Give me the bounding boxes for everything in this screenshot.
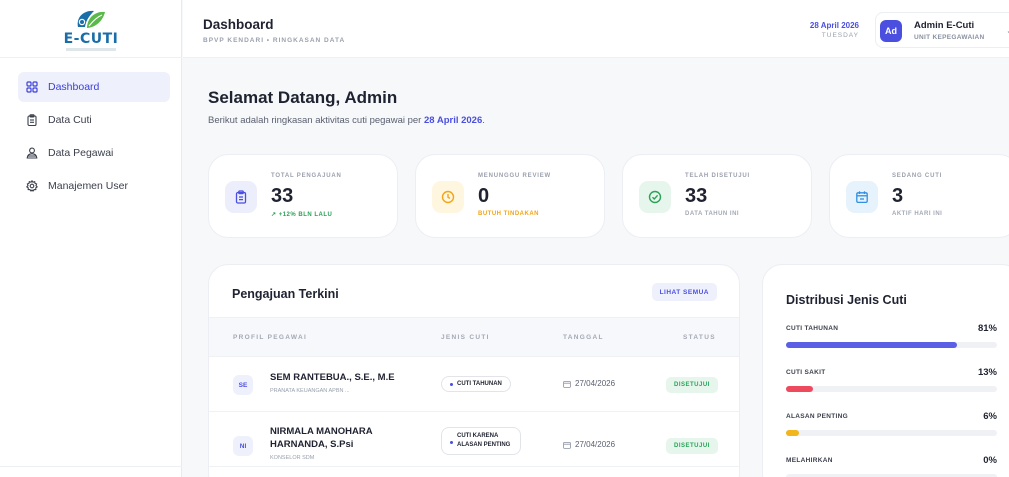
progress-fill bbox=[786, 386, 814, 392]
stat-card-total-pengajuan: TOTAL PENGAJUAN 33 ↗ +12% BLN LALU bbox=[208, 154, 398, 238]
calendar-icon bbox=[846, 181, 878, 213]
employee-role: PRANATA KEUANGAN APBN ... bbox=[270, 388, 350, 394]
submission-date: 27/04/2026 bbox=[563, 440, 615, 449]
recent-submissions-card: Pengajuan Terkini LIHAT SEMUA PROFIL PEG… bbox=[208, 264, 740, 477]
stat-card-menunggu-review: MENUNGGU REVIEW 0 BUTUH TINDAKAN bbox=[415, 154, 605, 238]
employee-name: NIRMALA MANOHARA HARNANDA, S.Psi bbox=[270, 426, 373, 450]
progress-fill bbox=[786, 342, 957, 348]
stat-card-sedang-cuti: SEDANG CUTI 3 AKTIF HARI INI bbox=[829, 154, 1009, 238]
welcome-subtitle-suffix: . bbox=[482, 115, 485, 126]
date-value: 27/04/2026 bbox=[575, 440, 616, 449]
page-subtitle: BPVP KENDARI • RINGKASAN DATA bbox=[203, 37, 346, 44]
sidebar-item-label: Dashboard bbox=[48, 81, 100, 93]
header-date: 28 April 2026 TUESDAY bbox=[810, 21, 859, 39]
progress-track bbox=[786, 386, 997, 392]
calendar-icon bbox=[563, 441, 571, 449]
stat-note: DATA TAHUN INI bbox=[685, 211, 740, 217]
column-header-profil: PROFIL PEGAWAI bbox=[233, 334, 308, 341]
distribution-label: CUTI TAHUNAN bbox=[786, 325, 839, 332]
stat-note: ↗ +12% BLN LALU bbox=[271, 212, 333, 218]
logo[interactable]: E-CUTI bbox=[0, 0, 182, 58]
column-header-tanggal: TANGGAL bbox=[563, 334, 604, 341]
clipboard-icon bbox=[225, 181, 257, 213]
gear-icon bbox=[26, 180, 38, 192]
leave-distribution-card: Distribusi Jenis Cuti CUTI TAHUNAN 81% C… bbox=[762, 264, 1009, 477]
employee-role: KONSELOR SDM bbox=[270, 455, 315, 461]
leave-type-badge: CUTI TAHUNAN bbox=[441, 376, 511, 392]
date-value: 27/04/2026 bbox=[575, 379, 616, 388]
sidebar-item-manajemen-user[interactable]: Manajemen User bbox=[18, 171, 170, 201]
submission-date: 27/04/2026 bbox=[563, 379, 615, 388]
sidebar-item-dashboard[interactable]: Dashboard bbox=[18, 72, 170, 102]
stat-value: 3 bbox=[892, 185, 904, 207]
sidebar-nav: Dashboard Data Cuti Data Pegawai Manajem… bbox=[18, 72, 170, 204]
stat-label: MENUNGGU REVIEW bbox=[478, 173, 552, 179]
stat-label: SEDANG CUTI bbox=[892, 173, 943, 179]
leave-type-label: CUTI KARENA ALASAN PENTING bbox=[457, 433, 511, 448]
sidebar-divider bbox=[0, 466, 182, 467]
grid-icon bbox=[26, 81, 38, 93]
status-badge: DISETUJUI bbox=[666, 438, 718, 454]
table-row[interactable]: NI NIRMALA MANOHARA HARNANDA, S.Psi KONS… bbox=[209, 412, 739, 467]
distribution-percent: 13% bbox=[977, 367, 997, 378]
avatar: SE bbox=[233, 375, 253, 395]
top-header: Dashboard BPVP KENDARI • RINGKASAN DATA … bbox=[183, 0, 1009, 58]
stat-label: TELAH DISETUJUI bbox=[685, 173, 751, 179]
users-icon bbox=[26, 147, 38, 159]
welcome-subtitle: Berikut adalah ringkasan aktivitas cuti … bbox=[208, 115, 485, 126]
sidebar-item-label: Data Cuti bbox=[48, 114, 92, 126]
dot-icon bbox=[450, 441, 453, 444]
welcome-title: Selamat Datang, Admin bbox=[208, 88, 398, 107]
sidebar: E-CUTI Dashboard Data Cuti Data Pegawai bbox=[0, 0, 182, 477]
sidebar-item-label: Data Pegawai bbox=[48, 147, 114, 159]
clock-icon bbox=[432, 181, 464, 213]
page-title: Dashboard bbox=[203, 17, 274, 32]
logo-leaf-icon bbox=[72, 7, 110, 33]
header-day-value: TUESDAY bbox=[821, 32, 859, 39]
distribution-percent: 0% bbox=[983, 455, 997, 466]
employee-name: SEM RANTEBUA., S.E., M.E bbox=[270, 372, 395, 383]
avatar: Ad bbox=[880, 20, 902, 42]
status-badge: DISETUJUI bbox=[666, 377, 718, 393]
clipboard-icon bbox=[26, 114, 38, 126]
check-circle-icon bbox=[639, 181, 671, 213]
see-all-button[interactable]: LIHAT SEMUA bbox=[651, 283, 717, 301]
distribution-title: Distribusi Jenis Cuti bbox=[786, 293, 907, 307]
stat-note: BUTUH TINDAKAN bbox=[478, 211, 539, 217]
stat-value: 33 bbox=[271, 185, 294, 207]
distribution-percent: 6% bbox=[983, 411, 997, 422]
column-header-status: STATUS bbox=[683, 334, 716, 341]
stat-value: 0 bbox=[478, 185, 490, 207]
leave-type-label: CUTI TAHUNAN bbox=[457, 381, 502, 387]
stat-value: 33 bbox=[685, 185, 708, 207]
user-menu-button[interactable]: Ad Admin E-Cuti UNIT KEPEGAWAIAN bbox=[875, 12, 1009, 48]
welcome-subtitle-prefix: Berikut adalah ringkasan aktivitas cuti … bbox=[208, 115, 424, 126]
dot-icon bbox=[450, 383, 453, 386]
progress-track bbox=[786, 342, 997, 348]
distribution-label: CUTI SAKIT bbox=[786, 369, 826, 376]
table-row[interactable]: SE SEM RANTEBUA., S.E., M.E PRANATA KEUA… bbox=[209, 357, 739, 412]
recent-submissions-title: Pengajuan Terkini bbox=[232, 287, 339, 301]
distribution-label: MELAHIRKAN bbox=[786, 457, 833, 464]
distribution-percent: 81% bbox=[977, 323, 997, 334]
calendar-icon bbox=[563, 380, 571, 388]
leave-type-badge: CUTI KARENA ALASAN PENTING bbox=[441, 427, 521, 455]
sidebar-item-data-cuti[interactable]: Data Cuti bbox=[18, 105, 170, 135]
stat-note: AKTIF HARI INI bbox=[892, 211, 943, 217]
welcome-subtitle-date: 28 April 2026 bbox=[423, 115, 483, 126]
avatar: NI bbox=[233, 436, 253, 456]
user-role: UNIT KEPEGAWAIAN bbox=[914, 34, 985, 41]
column-header-jenis-cuti: JENIS CUTI bbox=[441, 334, 490, 341]
stat-label: TOTAL PENGAJUAN bbox=[271, 173, 342, 179]
header-date-value: 28 April 2026 bbox=[809, 21, 859, 30]
stat-card-telah-disetujui: TELAH DISETUJUI 33 DATA TAHUN INI bbox=[622, 154, 812, 238]
sidebar-item-label: Manajemen User bbox=[48, 180, 128, 192]
table-header: PROFIL PEGAWAI JENIS CUTI TANGGAL STATUS bbox=[209, 317, 739, 357]
progress-fill bbox=[786, 430, 799, 436]
progress-track bbox=[786, 430, 997, 436]
sidebar-item-data-pegawai[interactable]: Data Pegawai bbox=[18, 138, 170, 168]
user-name: Admin E-Cuti bbox=[914, 20, 975, 31]
distribution-label: ALASAN PENTING bbox=[786, 413, 848, 420]
logo-tagline bbox=[66, 47, 116, 51]
